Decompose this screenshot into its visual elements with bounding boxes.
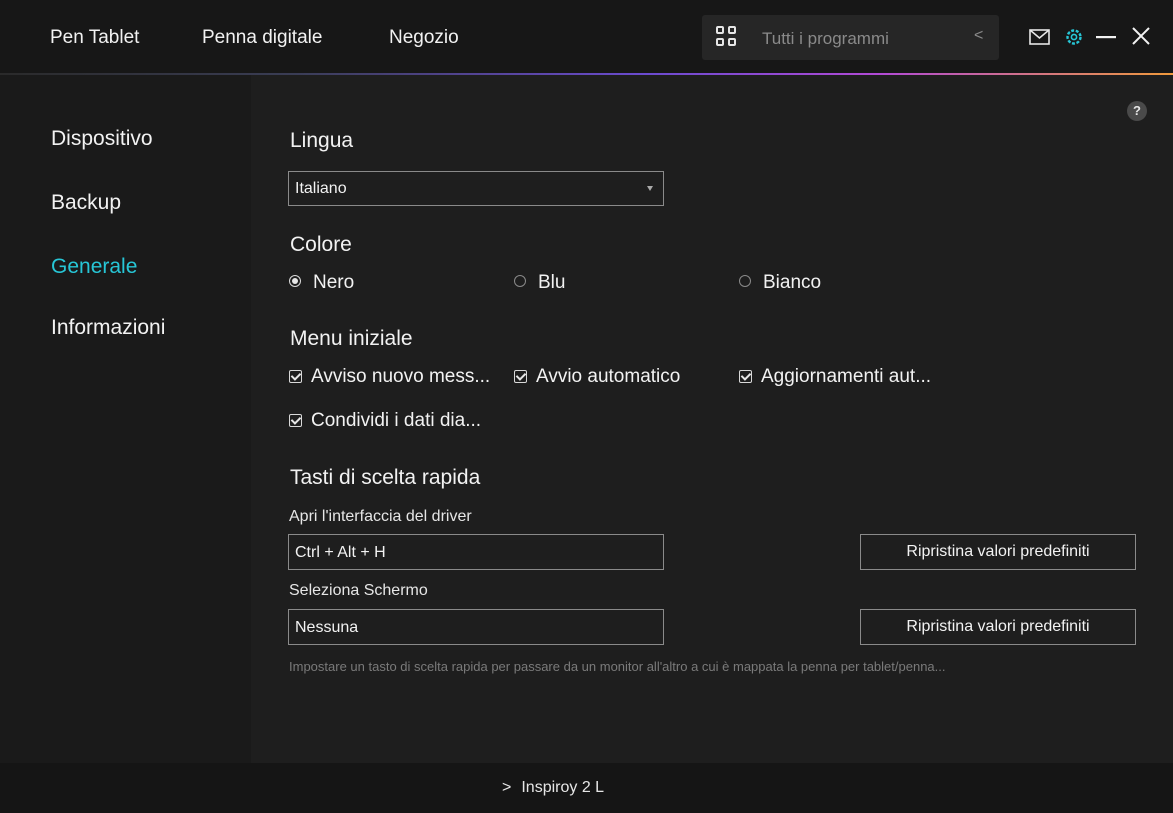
sidebar: Dispositivo Backup Generale Informazioni bbox=[0, 75, 251, 763]
gear-icon[interactable] bbox=[1064, 27, 1084, 47]
language-title: Lingua bbox=[290, 129, 354, 152]
top-bar: Pen Tablet Penna digitale Negozio Tutti … bbox=[0, 0, 1173, 74]
apps-grid-icon bbox=[716, 26, 736, 46]
chevron-left-icon[interactable]: < bbox=[974, 27, 983, 45]
shortcut-hint: Impostare un tasto di scelta rapida per … bbox=[289, 659, 946, 674]
radio-label: Nero bbox=[313, 272, 355, 293]
chevron-right-icon: > bbox=[502, 779, 512, 796]
radio-label: Blu bbox=[538, 272, 566, 293]
nav-negozio[interactable]: Negozio bbox=[389, 27, 459, 49]
startup-menu-title: Menu iniziale bbox=[290, 327, 413, 350]
checkbox-label: Aggiornamenti aut... bbox=[761, 366, 932, 387]
checkbox-label: Avvio automatico bbox=[536, 366, 681, 387]
nav-penna-digitale[interactable]: Penna digitale bbox=[202, 27, 322, 49]
reset-screen-shortcut-button[interactable]: Ripristina valori predefiniti bbox=[860, 609, 1136, 645]
driver-shortcut-value: Ctrl + Alt + H bbox=[295, 544, 386, 561]
radio-unselected-icon bbox=[514, 275, 526, 287]
checkbox-checked-icon bbox=[289, 370, 302, 383]
checkbox-label: Avviso nuovo mess... bbox=[311, 366, 491, 387]
language-select-value: Italiano bbox=[295, 180, 347, 197]
screen-shortcut-input[interactable]: Nessuna bbox=[288, 609, 664, 645]
mail-icon[interactable] bbox=[1029, 29, 1050, 45]
help-icon[interactable]: ? bbox=[1127, 101, 1147, 121]
color-title: Colore bbox=[290, 233, 352, 256]
sidebar-item-backup[interactable]: Backup bbox=[51, 191, 121, 215]
settings-panel: ? Lingua Italiano Colore Nero Blu Bianco… bbox=[251, 75, 1173, 763]
checkbox-checked-icon bbox=[289, 414, 302, 427]
sidebar-item-informazioni[interactable]: Informazioni bbox=[51, 316, 165, 340]
reset-driver-shortcut-button[interactable]: Ripristina valori predefiniti bbox=[860, 534, 1136, 570]
shortcuts-title: Tasti di scelta rapida bbox=[290, 466, 481, 489]
app-window: Pen Tablet Penna digitale Negozio Tutti … bbox=[0, 0, 1173, 813]
checkbox-label: Condividi i dati dia... bbox=[311, 410, 482, 431]
program-select-label: Tutti i programmi bbox=[762, 29, 889, 48]
close-icon[interactable] bbox=[1132, 27, 1150, 45]
program-select[interactable]: Tutti i programmi < bbox=[702, 15, 999, 60]
caret-down-icon bbox=[647, 186, 653, 191]
driver-shortcut-label: Apri l'interfaccia del driver bbox=[289, 508, 472, 525]
language-select[interactable]: Italiano bbox=[288, 171, 664, 206]
sidebar-item-dispositivo[interactable]: Dispositivo bbox=[51, 127, 153, 151]
sidebar-item-generale[interactable]: Generale bbox=[51, 255, 137, 279]
bottom-bar: > Inspiroy 2 L bbox=[0, 763, 1173, 813]
device-selector[interactable]: > Inspiroy 2 L bbox=[502, 779, 604, 797]
checkbox-checked-icon bbox=[514, 370, 527, 383]
radio-selected-icon bbox=[289, 275, 301, 287]
screen-shortcut-value: Nessuna bbox=[295, 619, 359, 636]
device-name: Inspiroy 2 L bbox=[521, 779, 605, 796]
driver-shortcut-input[interactable]: Ctrl + Alt + H bbox=[288, 534, 664, 570]
radio-label: Bianco bbox=[763, 272, 822, 293]
radio-unselected-icon bbox=[739, 275, 751, 287]
minimize-icon[interactable] bbox=[1096, 35, 1116, 39]
nav-pen-tablet[interactable]: Pen Tablet bbox=[50, 27, 139, 49]
checkbox-checked-icon bbox=[739, 370, 752, 383]
screen-shortcut-label: Seleziona Schermo bbox=[289, 582, 428, 599]
